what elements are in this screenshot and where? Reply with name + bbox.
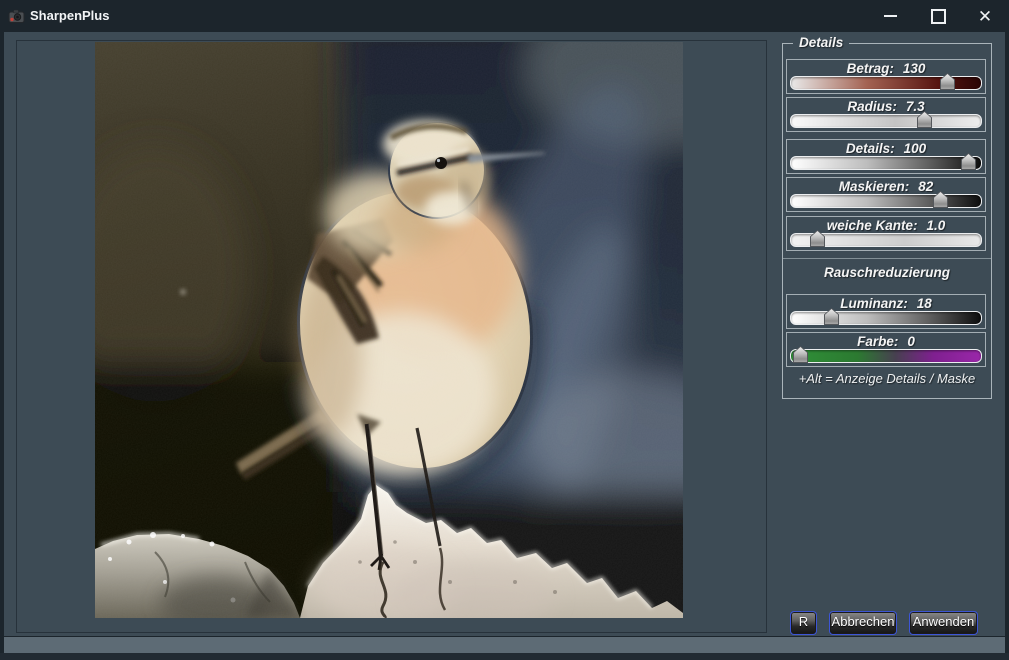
minimize-button[interactable] (875, 4, 905, 28)
preview-image-bird (95, 42, 683, 618)
reset-button[interactable]: R (790, 611, 817, 635)
slider-maskieren-track[interactable] (790, 194, 982, 208)
apply-button[interactable]: Anwenden (909, 611, 978, 635)
close-icon: ✕ (978, 8, 992, 25)
section-title-rauschreduzierung: Rauschreduzierung (783, 265, 991, 280)
titlebar: SharpenPlus ✕ (0, 0, 1009, 32)
slider-weiche-kante: weiche Kante: 1.0 (786, 216, 986, 251)
slider-maskieren: Maskieren: 82 (786, 177, 986, 212)
slider-farbe: Farbe: 0 (786, 332, 986, 367)
maximize-icon (931, 9, 946, 24)
client-area: Details Betrag: 130 Radius: 7.3 Details: 10… (4, 32, 1005, 636)
window-bottom-edge (0, 653, 1009, 660)
slider-farbe-value: 0 (907, 334, 915, 349)
group-legend: Details (793, 35, 849, 50)
slider-weiche-kante-thumb[interactable] (810, 230, 825, 247)
slider-weiche-kante-value: 1.0 (927, 218, 946, 233)
slider-betrag-value: 130 (903, 61, 926, 76)
slider-betrag-label: Betrag: (847, 61, 894, 76)
status-bar (4, 637, 1005, 653)
slider-radius-value: 7.3 (906, 99, 925, 114)
slider-betrag-thumb[interactable] (940, 73, 955, 90)
slider-weiche-kante-label: weiche Kante: (827, 218, 918, 233)
slider-radius-thumb[interactable] (917, 111, 932, 128)
close-button[interactable]: ✕ (970, 4, 1000, 28)
camera-app-icon (8, 7, 26, 25)
details-groupbox: Details Betrag:130 Radius:7.3 Details:10… (782, 43, 992, 399)
slider-betrag-track[interactable] (790, 76, 982, 90)
slider-luminanz-thumb[interactable] (824, 308, 839, 325)
slider-weiche-kante-track[interactable] (790, 233, 982, 247)
group-separator (783, 258, 991, 259)
slider-details: Details: 100 (786, 139, 986, 174)
slider-luminanz-value: 18 (917, 296, 932, 311)
slider-luminanz-track[interactable] (790, 311, 982, 325)
slider-radius: Radius: 7.3 (786, 97, 986, 132)
sharpenplus-window: SharpenPlus ✕ (0, 0, 1009, 660)
slider-luminanz-label: Luminanz: (840, 296, 908, 311)
slider-radius-track[interactable] (790, 114, 982, 128)
maximize-button[interactable] (923, 4, 953, 28)
slider-details-thumb[interactable] (961, 153, 976, 170)
minimize-icon (884, 15, 897, 17)
slider-maskieren-value: 82 (918, 179, 933, 194)
slider-details-label: Details: (846, 141, 895, 156)
slider-luminanz: Luminanz: 18 (786, 294, 986, 329)
slider-maskieren-label: Maskieren: (839, 179, 910, 194)
slider-farbe-track[interactable] (790, 349, 982, 363)
slider-farbe-label: Farbe: (857, 334, 898, 349)
slider-maskieren-thumb[interactable] (933, 191, 948, 208)
alt-hint-text: +Alt = Anzeige Details / Maske (783, 371, 991, 386)
cancel-button[interactable]: Abbrechen (829, 611, 897, 635)
slider-radius-label: Radius: (847, 99, 897, 114)
window-title: SharpenPlus (30, 0, 109, 32)
slider-betrag: Betrag: 130 (786, 59, 986, 94)
slider-details-value: 100 (904, 141, 927, 156)
slider-details-track[interactable] (790, 156, 982, 170)
slider-farbe-thumb[interactable] (793, 346, 808, 363)
